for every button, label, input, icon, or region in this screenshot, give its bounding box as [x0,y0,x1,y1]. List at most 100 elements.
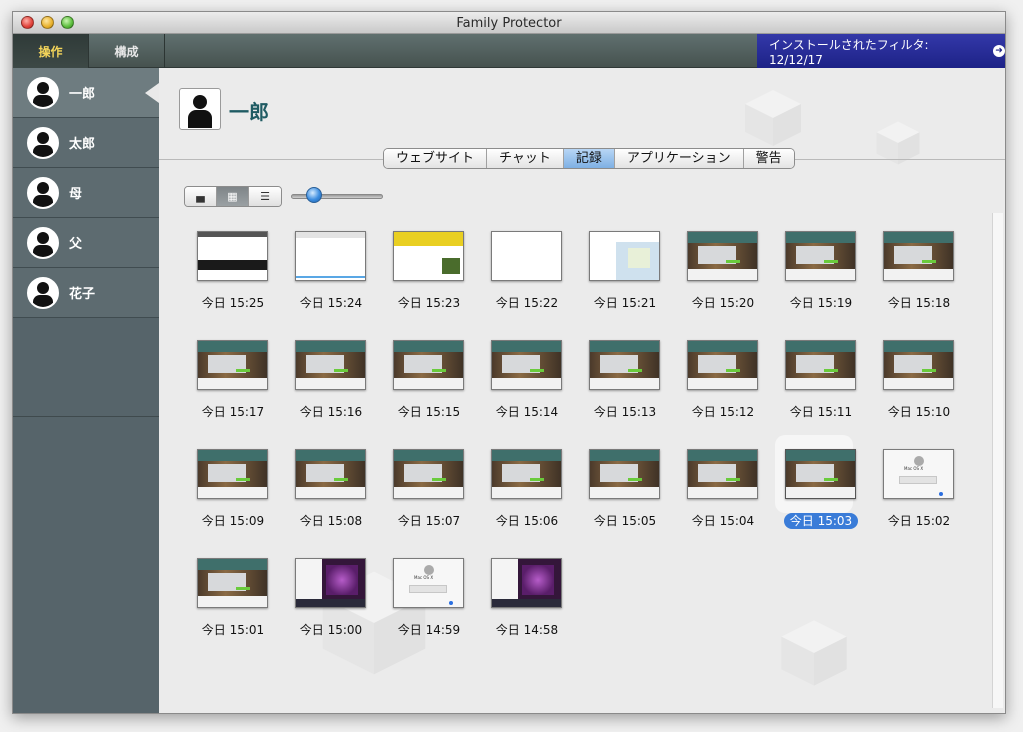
record-timestamp: 今日 15:10 [887,405,951,419]
screenshot-thumbnail[interactable] [197,449,268,499]
installed-filter-banner[interactable]: インストールされたフィルタ: 12/12/17 ➜ [757,34,1005,68]
screenshot-thumbnail[interactable] [197,558,268,608]
sidebar-user-item[interactable]: 父 [13,218,159,268]
record-timestamp: 今日 15:18 [887,296,951,310]
slider-knob[interactable] [306,187,322,203]
arrow-right-icon[interactable]: ➜ [993,45,1005,57]
record-thumbnail-item[interactable]: 今日 15:24 [291,231,371,331]
grid-view-icon[interactable]: ▦ [217,187,249,206]
screenshot-thumbnail[interactable]: Mac OS X [883,449,954,499]
record-thumbnail-item[interactable]: 今日 15:18 [879,231,959,331]
screenshot-thumbnail[interactable] [687,340,758,390]
record-thumbnail-item[interactable]: 今日 15:23 [389,231,469,331]
record-timestamp: 今日 15:24 [299,296,363,310]
screenshot-thumbnail[interactable] [491,558,562,608]
screenshot-thumbnail[interactable] [687,449,758,499]
category-tab[interactable]: アプリケーション [614,149,744,168]
sidebar-user-item[interactable]: 母 [13,168,159,218]
record-timestamp: 今日 14:59 [397,623,461,637]
decorative-cube-icon [781,620,847,686]
record-thumbnail-item[interactable]: 今日 15:14 [487,340,567,440]
record-thumbnail-item[interactable]: 今日 15:00 [291,558,371,658]
record-timestamp: 今日 15:11 [789,405,853,419]
record-thumbnail-item[interactable]: 今日 15:07 [389,449,469,549]
record-thumbnail-item[interactable]: 今日 15:03 [775,435,861,549]
record-timestamp: 今日 15:25 [201,296,265,310]
category-tab[interactable]: 記録 [563,149,615,168]
record-thumbnail-item[interactable]: 今日 15:20 [683,231,763,331]
record-thumbnail-item[interactable]: 今日 15:08 [291,449,371,549]
record-thumbnail-item[interactable]: 今日 15:21 [585,231,665,331]
flow-view-icon[interactable]: ▄ [185,187,217,206]
screenshot-thumbnail[interactable] [883,231,954,281]
sidebar-user-item[interactable]: 一郎 [13,68,159,118]
screenshot-thumbnail[interactable] [393,449,464,499]
user-avatar-icon [27,276,59,309]
category-tab[interactable]: チャット [487,149,564,168]
screenshot-thumbnail[interactable] [295,231,366,281]
toolbar: 操作 構成 インストールされたフィルタ: 12/12/17 ➜ [13,34,1005,68]
record-thumbnail-item[interactable]: 今日 15:06 [487,449,567,549]
screenshot-thumbnail[interactable] [589,449,660,499]
screenshot-thumbnail[interactable] [491,231,562,281]
vertical-scrollbar[interactable] [992,213,1003,708]
screenshot-thumbnail[interactable] [295,340,366,390]
record-timestamp: 今日 15:01 [201,623,265,637]
screenshot-thumbnail[interactable] [785,231,856,281]
category-tabs: ウェブサイト チャット 記録 アプリケーション 警告 [383,148,795,169]
screenshot-thumbnail[interactable] [393,231,464,281]
screenshot-thumbnail[interactable] [491,449,562,499]
tab-operations[interactable]: 操作 [13,34,89,68]
record-thumbnail-item[interactable]: 今日 15:15 [389,340,469,440]
sidebar-user-name: 母 [69,187,83,202]
screenshot-thumbnail[interactable] [589,231,660,281]
tab-configuration[interactable]: 構成 [89,34,165,68]
screenshot-thumbnail[interactable] [589,340,660,390]
record-thumbnail-item[interactable]: 今日 15:11 [781,340,861,440]
thumbnail-size-slider[interactable] [291,194,383,199]
screenshot-thumbnail[interactable] [785,449,856,499]
sidebar-divider [13,416,159,417]
screenshot-thumbnail[interactable] [491,340,562,390]
screenshot-thumbnail[interactable] [197,340,268,390]
record-timestamp: 今日 15:00 [299,623,363,637]
record-thumbnail-item[interactable]: 今日 15:05 [585,449,665,549]
screenshot-thumbnail[interactable] [393,340,464,390]
record-timestamp: 今日 15:06 [495,514,559,528]
record-thumbnail-item[interactable]: 今日 15:01 [193,558,273,658]
record-timestamp: 今日 15:04 [691,514,755,528]
record-thumbnail-item[interactable]: 今日 15:10 [879,340,959,440]
record-thumbnail-item[interactable]: Mac OS X 今日 15:02 [879,449,959,549]
record-thumbnail-item[interactable]: 今日 15:12 [683,340,763,440]
list-view-icon[interactable]: ☰ [249,187,281,206]
record-thumbnail-item[interactable]: 今日 14:58 [487,558,567,658]
record-thumbnail-item[interactable]: Mac OS X 今日 14:59 [389,558,469,658]
decorative-cube-icon [745,90,801,146]
record-thumbnail-item[interactable]: 今日 15:09 [193,449,273,549]
selection-pointer [145,83,159,103]
category-tab[interactable]: 警告 [743,149,794,168]
title-bar: Family Protector [13,12,1005,34]
screenshot-thumbnail[interactable] [295,558,366,608]
record-timestamp: 今日 15:08 [299,514,363,528]
sidebar-user-name: 花子 [69,287,96,302]
screenshot-thumbnail[interactable] [295,449,366,499]
category-tab[interactable]: ウェブサイト [384,149,488,168]
record-thumbnail-item[interactable]: 今日 15:19 [781,231,861,331]
record-thumbnail-item[interactable]: 今日 15:04 [683,449,763,549]
sidebar-user-name: 一郎 [69,87,96,102]
screenshot-thumbnail[interactable] [197,231,268,281]
record-thumbnail-item[interactable]: 今日 15:16 [291,340,371,440]
sidebar-user-item[interactable]: 花子 [13,268,159,318]
record-thumbnail-item[interactable]: 今日 15:22 [487,231,567,331]
screenshot-thumbnail[interactable]: Mac OS X [393,558,464,608]
sidebar-user-item[interactable]: 太郎 [13,118,159,168]
user-avatar-icon [27,76,59,109]
record-thumbnail-item[interactable]: 今日 15:13 [585,340,665,440]
screenshot-thumbnail[interactable] [785,340,856,390]
record-thumbnail-item[interactable]: 今日 15:25 [193,231,273,331]
record-thumbnail-item[interactable]: 今日 15:17 [193,340,273,440]
screenshot-thumbnail[interactable] [687,231,758,281]
record-timestamp: 今日 15:07 [397,514,461,528]
screenshot-thumbnail[interactable] [883,340,954,390]
